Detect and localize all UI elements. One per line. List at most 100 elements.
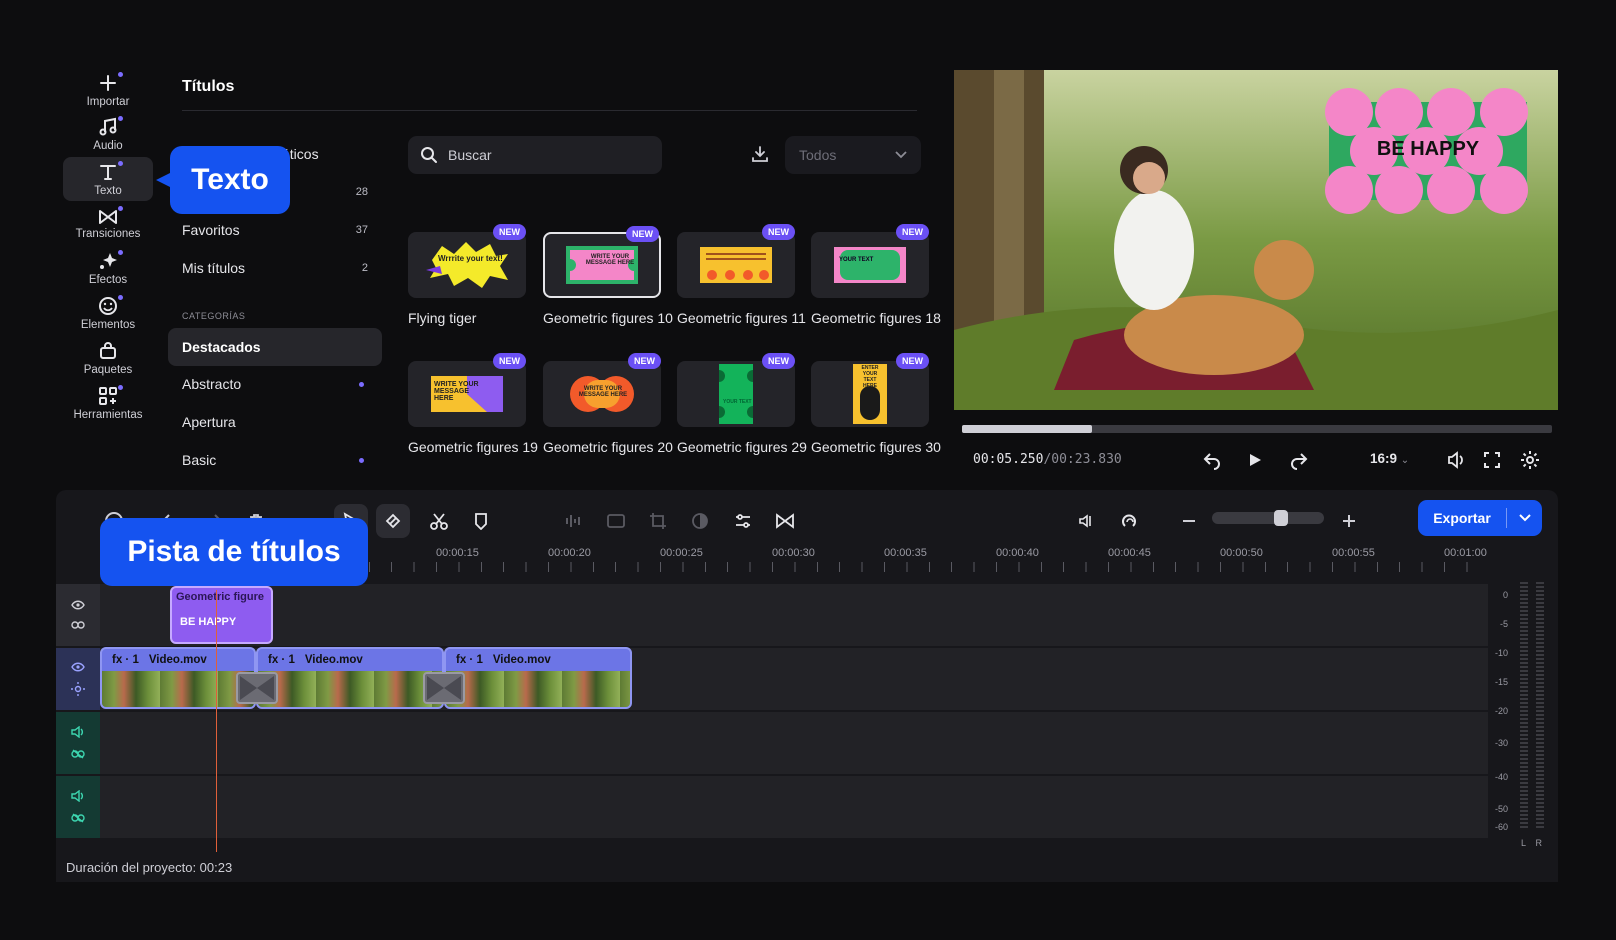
video-track-header: [56, 648, 100, 710]
video-clip[interactable]: fx · 1 Video.mov: [444, 647, 632, 709]
new-badge: NEW: [626, 226, 659, 242]
card-thumbnail[interactable]: WRITE YOUR MESSAGE HERE NEW: [543, 353, 661, 427]
card-thumbnail[interactable]: WRITE YOUR MESSAGE HERE NEW: [543, 226, 661, 298]
magnet-icon[interactable]: [1113, 504, 1147, 538]
sidebar-item-importar[interactable]: Importar: [63, 68, 153, 112]
ruler-label: 00:00:25: [660, 547, 703, 559]
card-thumbnail[interactable]: NEW: [677, 224, 795, 298]
download-icon[interactable]: [750, 144, 770, 164]
marker-icon[interactable]: [464, 504, 498, 538]
card-thumbnail[interactable]: Wrrrite your text! NEW: [408, 224, 526, 298]
playhead[interactable]: [216, 590, 217, 852]
card-thumbnail[interactable]: WRITE YOUR MESSAGE HERE NEW: [408, 353, 526, 427]
sidebar-item-elementos[interactable]: Elementos: [63, 291, 153, 335]
title-card[interactable]: ENTER YOUR TEXT HERE NEW Geometric figur…: [811, 353, 941, 459]
new-badge: NEW: [896, 353, 929, 369]
category-apertura[interactable]: Apertura: [168, 404, 382, 440]
color-icon[interactable]: [683, 504, 717, 538]
preview-progress[interactable]: [962, 425, 1552, 433]
ruler-label: 00:00:30: [772, 547, 815, 559]
unlink-icon[interactable]: [71, 748, 85, 760]
clip-filmstrip: [258, 671, 442, 707]
card-thumbnail[interactable]: ENTER YOUR TEXT HERE NEW: [811, 353, 929, 427]
audio-split-icon[interactable]: [557, 504, 591, 538]
eye-icon[interactable]: [71, 600, 85, 610]
card-thumbnail[interactable]: YOUR TEXT NEW: [811, 224, 929, 298]
thumb-text: YOUR TEXT: [839, 257, 874, 263]
video-preview[interactable]: BE HAPPY: [954, 70, 1558, 410]
callout-titles-track: Pista de títulos: [100, 518, 368, 586]
undo-arrow-icon[interactable]: [1200, 448, 1224, 472]
scissors-icon[interactable]: [422, 504, 456, 538]
meter-channel-label: L: [1520, 838, 1526, 848]
card-thumbnail[interactable]: YOUR TEXT NEW: [677, 353, 795, 427]
video-clip[interactable]: fx · 1 Video.mov: [100, 647, 256, 709]
title-card[interactable]: WRITE YOUR MESSAGE HERE NEW Geometric fi…: [543, 353, 673, 459]
title-card[interactable]: YOUR TEXT NEW Geometric figures 18: [811, 224, 941, 330]
adjust-sliders-icon[interactable]: [726, 504, 760, 538]
video-clip[interactable]: fx · 1 Video.mov: [256, 647, 444, 709]
sidebar-item-label: Paquetes: [83, 363, 133, 376]
detach-audio-icon[interactable]: [1070, 504, 1104, 538]
grid-plus-icon: [99, 386, 117, 405]
category-my-titles[interactable]: Mis títulos 2: [168, 250, 382, 286]
category-basic[interactable]: Basic: [168, 442, 382, 478]
volume-icon[interactable]: [71, 726, 85, 738]
aspect-ratio-select[interactable]: 16:9 ⌄: [1370, 451, 1409, 466]
audio-track[interactable]: [56, 776, 1488, 838]
thumb-text: Wrrrite your text!: [438, 254, 503, 263]
sidebar-item-paquetes[interactable]: Paquetes: [63, 336, 153, 380]
sidebar-item-label: Herramientas: [73, 408, 143, 421]
sidebar-item-herramientas[interactable]: Herramientas: [63, 381, 153, 425]
search-input[interactable]: [448, 147, 628, 163]
fullscreen-icon[interactable]: [1480, 448, 1504, 472]
settings-gear-icon[interactable]: [1518, 448, 1542, 472]
title-clip[interactable]: Geometric figure BE HAPPY: [170, 586, 273, 644]
audio-meter-left: [1520, 580, 1528, 828]
play-icon[interactable]: [1243, 448, 1267, 472]
new-dot: [118, 295, 123, 300]
search-box[interactable]: [408, 136, 662, 174]
transition-marker[interactable]: [423, 672, 465, 704]
meter-label: -20: [1494, 706, 1508, 716]
export-button[interactable]: Exportar: [1418, 500, 1542, 536]
volume-icon[interactable]: [71, 790, 85, 802]
title-card[interactable]: YOUR TEXT NEW Geometric figures 29: [677, 353, 807, 459]
eye-icon[interactable]: [71, 662, 85, 672]
title-card[interactable]: WRITE YOUR MESSAGE HERE NEW Geometric fi…: [408, 353, 538, 459]
filter-select[interactable]: Todos: [785, 136, 921, 174]
timecode: 00:05.250/00:23.830: [973, 452, 1122, 467]
plus-icon: [100, 74, 116, 91]
zoom-in-icon[interactable]: [1332, 504, 1366, 538]
title-card[interactable]: WRITE YOUR MESSAGE HERE NEW Geometric fi…: [543, 226, 673, 330]
zoom-slider[interactable]: [1212, 512, 1324, 524]
category-abstracto[interactable]: Abstracto: [168, 366, 382, 402]
volume-icon[interactable]: [1444, 448, 1468, 472]
audio-track[interactable]: [56, 712, 1488, 774]
sidebar-item-texto[interactable]: Texto: [63, 157, 153, 201]
category-destacados[interactable]: Destacados: [168, 328, 382, 366]
brightness-icon[interactable]: [71, 682, 85, 696]
redo-arrow-icon[interactable]: [1287, 448, 1311, 472]
thumb-text: ENTER YOUR TEXT HERE: [861, 365, 879, 389]
clip-name: Video.mov: [492, 654, 551, 666]
chevron-down-icon[interactable]: [1507, 514, 1542, 522]
category-favorites[interactable]: Favoritos 37: [168, 212, 382, 248]
title-card[interactable]: NEW Geometric figures 11: [677, 224, 806, 330]
title-card[interactable]: Wrrrite your text! NEW Flying tiger: [408, 224, 526, 330]
unlink-icon[interactable]: [71, 812, 85, 824]
meter-label: -15: [1494, 677, 1508, 687]
sidebar-item-audio[interactable]: Audio: [63, 112, 153, 156]
ruler-label: 00:00:40: [996, 547, 1039, 559]
crop-icon[interactable]: [641, 504, 675, 538]
new-dot: [118, 250, 123, 255]
ripple-edit-icon[interactable]: [376, 504, 410, 538]
link-icon[interactable]: [71, 620, 85, 630]
captions-icon[interactable]: [599, 504, 633, 538]
zoom-out-icon[interactable]: [1172, 504, 1206, 538]
sidebar-item-transiciones[interactable]: Transiciones: [63, 202, 153, 246]
transition-marker[interactable]: [236, 672, 278, 704]
zoom-slider-handle[interactable]: [1274, 510, 1288, 526]
sidebar-item-efectos[interactable]: Efectos: [63, 246, 153, 290]
transition-icon[interactable]: [768, 504, 802, 538]
